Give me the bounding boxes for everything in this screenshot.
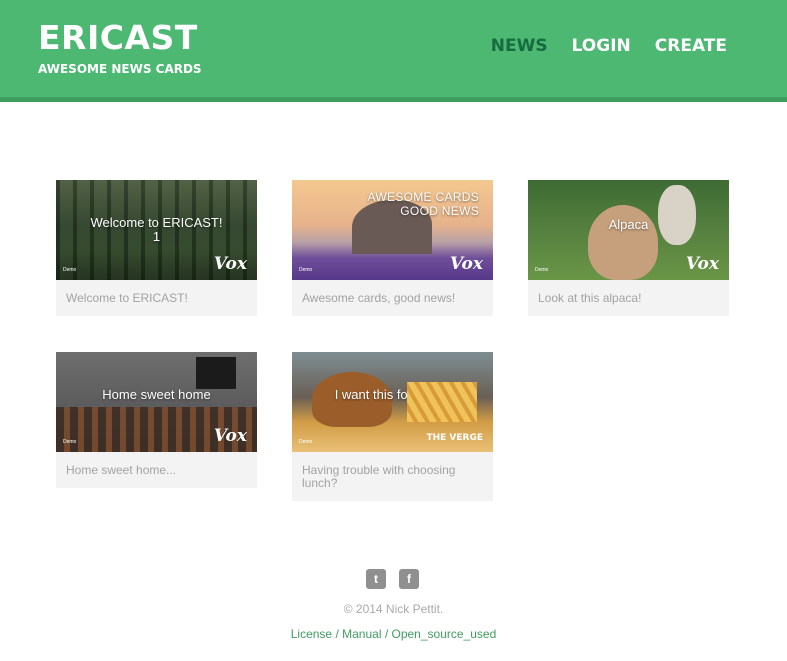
- nav-login[interactable]: LOGIN: [572, 36, 631, 56]
- card-caption: Home sweet home...: [66, 463, 177, 477]
- facebook-icon[interactable]: f: [399, 569, 419, 589]
- news-card-home[interactable]: Home sweet home Demo Vox Home sweet home…: [56, 352, 257, 488]
- card-thumbnail[interactable]: AWESOME CARDS GOOD NEWS Demo Vox: [292, 180, 493, 280]
- news-card-awesome[interactable]: AWESOME CARDS GOOD NEWS Demo Vox Awesome…: [292, 180, 493, 316]
- site-logo[interactable]: ERICAST: [38, 18, 198, 57]
- card-caption: Awesome cards, good news!: [302, 291, 456, 305]
- card-overlay-text: Welcome to ERICAST! 1: [90, 215, 223, 244]
- card-demo-label: Demo: [299, 267, 313, 273]
- vox-logo: Vox: [213, 254, 247, 274]
- vox-logo: Vox: [213, 426, 247, 446]
- card-overlay-text: AWESOME CARDS GOOD NEWS: [367, 190, 479, 218]
- manual-link[interactable]: Manual: [342, 627, 381, 641]
- footer-links: License / Manual / Open_source_used: [0, 627, 787, 641]
- nav-create[interactable]: CREATE: [655, 36, 727, 56]
- card-caption: Look at this alpaca!: [538, 291, 642, 305]
- card-thumbnail[interactable]: I want this for lunch! Demo THE VERGE: [292, 352, 493, 452]
- vox-logo: Vox: [685, 254, 719, 274]
- link-separator: /: [381, 627, 392, 641]
- card-demo-label: Demo: [63, 267, 77, 273]
- news-card-lunch[interactable]: I want this for lunch! Demo THE VERGE Ha…: [292, 352, 493, 501]
- social-links: t f: [366, 569, 419, 589]
- license-link[interactable]: License: [291, 627, 332, 641]
- main-nav: NEWS LOGIN CREATE: [491, 36, 727, 56]
- card-demo-label: Demo: [535, 267, 549, 273]
- news-card-alpaca[interactable]: Alpaca Demo Vox Look at this alpaca!: [528, 180, 729, 316]
- card-overlay-text: Alpaca: [608, 217, 649, 232]
- site-tagline: AWESOME NEWS CARDS: [38, 62, 202, 76]
- card-overlay-text: Home sweet home: [102, 387, 211, 402]
- nav-news[interactable]: NEWS: [491, 36, 548, 56]
- link-separator: /: [332, 627, 343, 641]
- card-demo-label: Demo: [299, 439, 313, 445]
- card-caption: Having trouble with choosing lunch?: [302, 463, 456, 490]
- site-header: ERICAST AWESOME NEWS CARDS NEWS LOGIN CR…: [0, 0, 787, 102]
- news-card-welcome[interactable]: Welcome to ERICAST! 1 Demo Vox Welcome t…: [56, 180, 257, 316]
- twitter-icon[interactable]: t: [366, 569, 386, 589]
- open-source-link[interactable]: Open_source_used: [392, 627, 497, 641]
- card-thumbnail[interactable]: Home sweet home Demo Vox: [56, 352, 257, 452]
- card-thumbnail[interactable]: Welcome to ERICAST! 1 Demo Vox: [56, 180, 257, 280]
- vox-logo: Vox: [449, 254, 483, 274]
- card-thumbnail[interactable]: Alpaca Demo Vox: [528, 180, 729, 280]
- the-verge-logo: THE VERGE: [426, 433, 483, 443]
- card-caption: Welcome to ERICAST!: [66, 291, 188, 305]
- card-overlay-text: I want this for lunch!: [334, 387, 451, 402]
- copyright-text: © 2014 Nick Pettit.: [343, 602, 444, 616]
- card-demo-label: Demo: [63, 439, 77, 445]
